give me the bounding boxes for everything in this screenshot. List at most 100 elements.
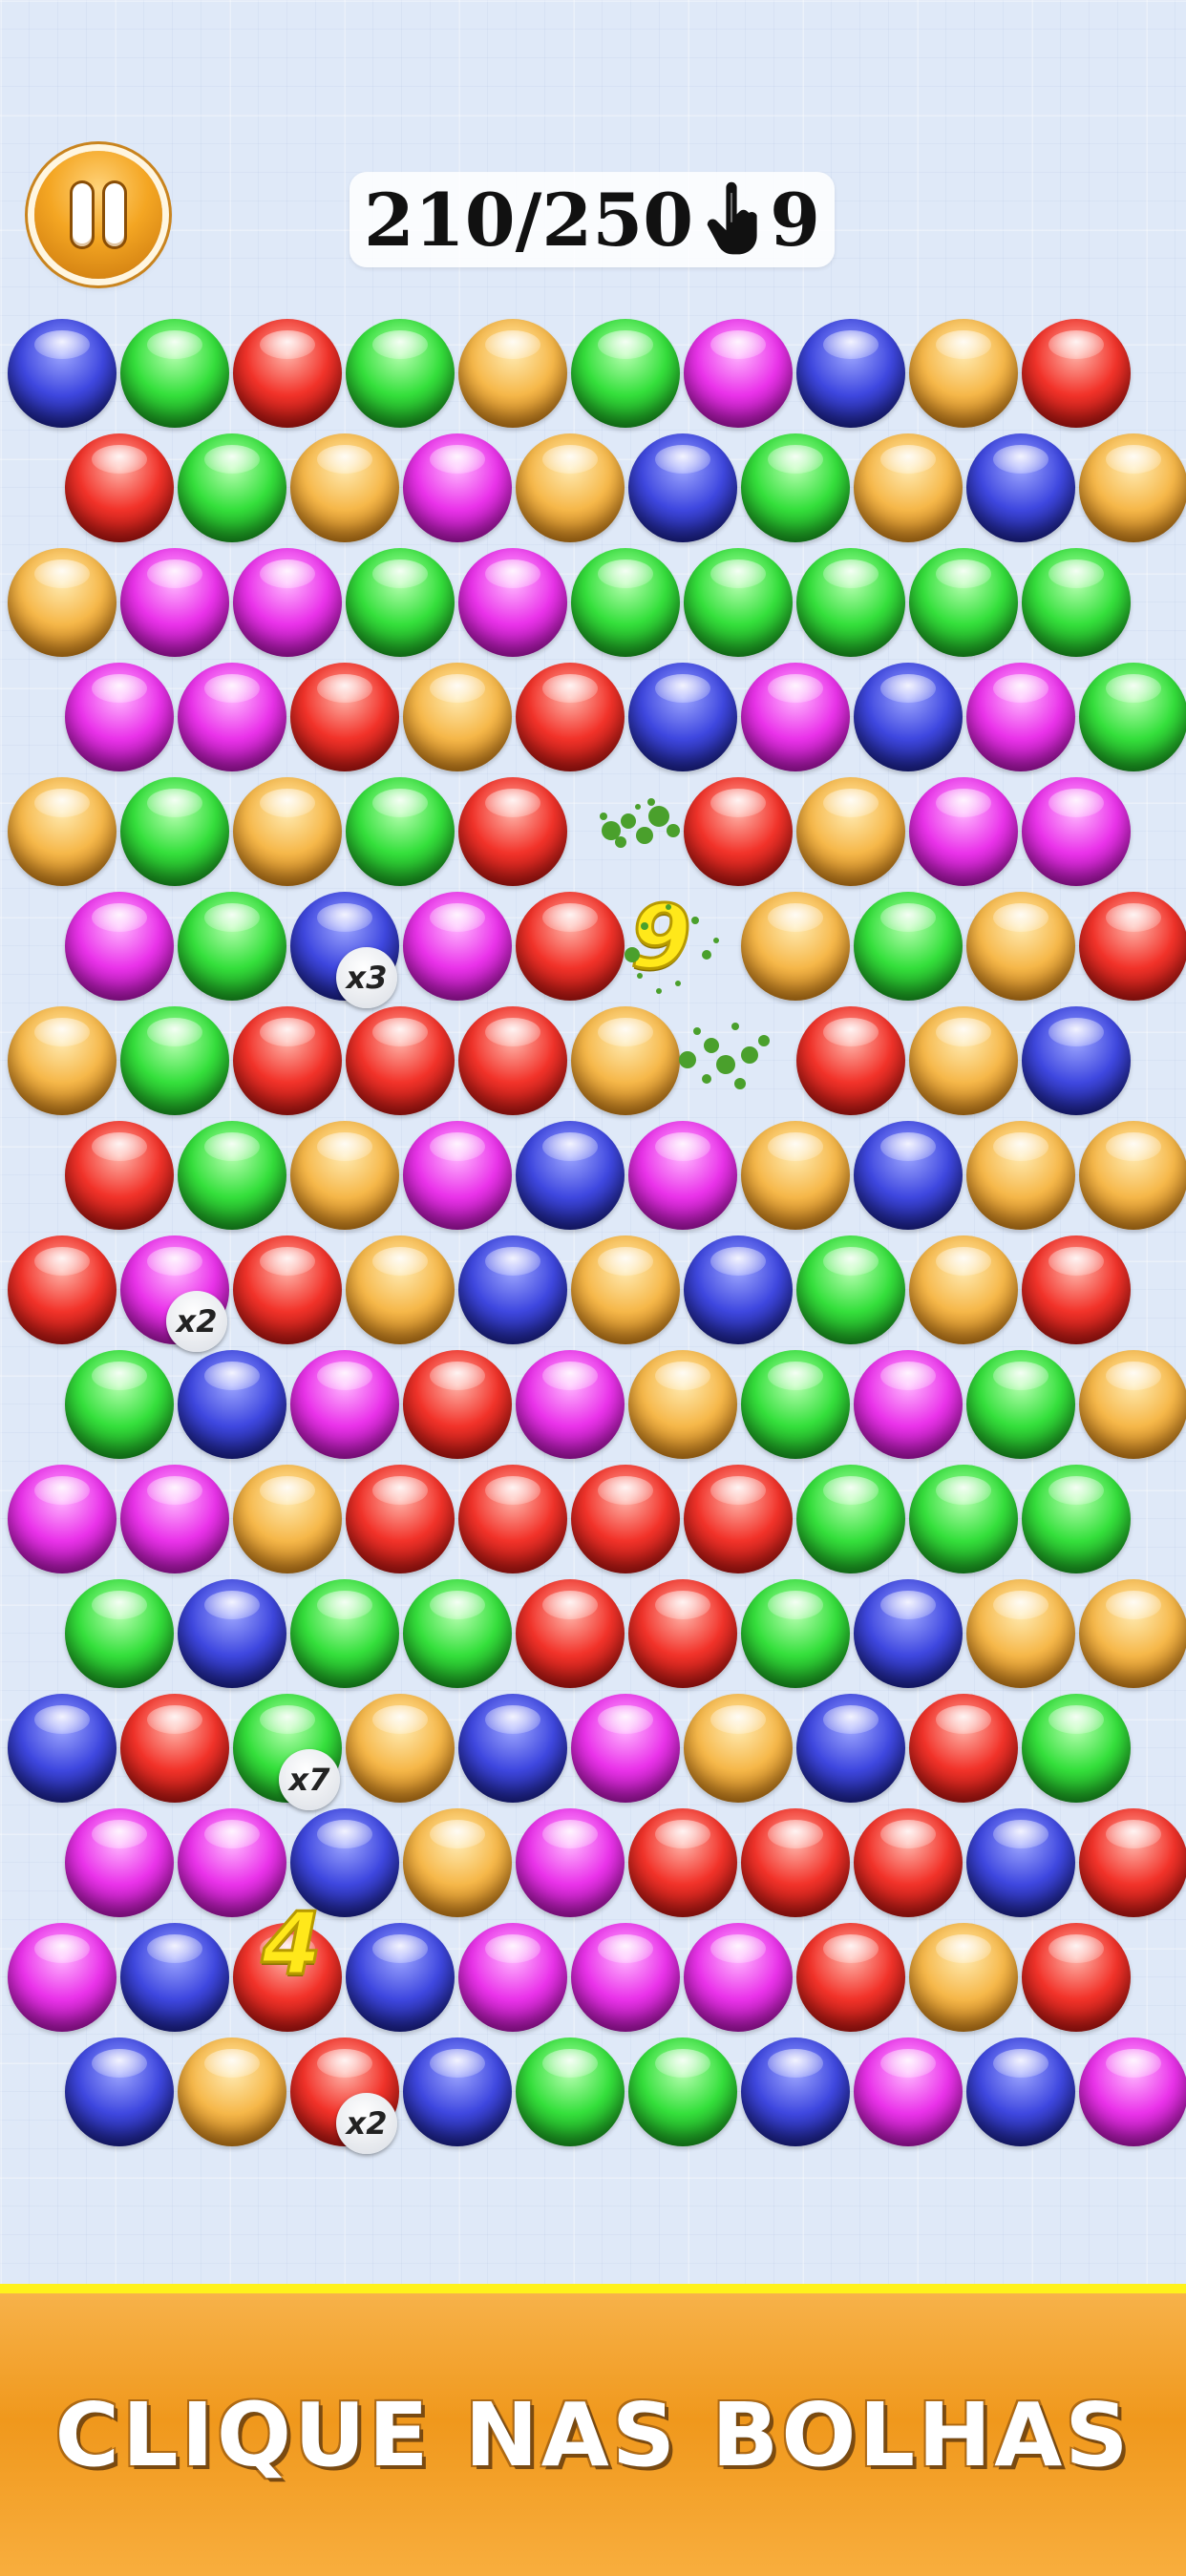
- magenta-bubble[interactable]: [233, 548, 342, 657]
- magenta-bubble[interactable]: [1022, 777, 1131, 886]
- orange-bubble[interactable]: [1079, 1121, 1186, 1230]
- blue-bubble[interactable]: [966, 2038, 1075, 2146]
- blue-bubble[interactable]: [854, 1121, 963, 1230]
- blue-bubble[interactable]: [346, 1923, 455, 2032]
- magenta-bubble[interactable]: [854, 2038, 963, 2146]
- green-bubble[interactable]: [741, 433, 850, 542]
- blue-bubble[interactable]: [458, 1694, 567, 1803]
- red-bubble[interactable]: [458, 1006, 567, 1115]
- blue-bubble[interactable]: [65, 2038, 174, 2146]
- blue-bubble[interactable]: [741, 2038, 850, 2146]
- orange-bubble[interactable]: [628, 1350, 737, 1459]
- green-bubble[interactable]: [741, 1579, 850, 1688]
- red-bubble[interactable]: [458, 777, 567, 886]
- green-bubble[interactable]: [909, 548, 1018, 657]
- green-bubble[interactable]: [1022, 1465, 1131, 1573]
- red-bubble[interactable]: [516, 1579, 625, 1688]
- orange-bubble[interactable]: [909, 319, 1018, 428]
- magenta-bubble[interactable]: [65, 892, 174, 1001]
- blue-bubble[interactable]: [458, 1235, 567, 1344]
- red-bubble[interactable]: [233, 1235, 342, 1344]
- blue-bubble[interactable]: [966, 433, 1075, 542]
- magenta-bubble[interactable]: [854, 1350, 963, 1459]
- magenta-bubble[interactable]: [120, 548, 229, 657]
- magenta-bubble[interactable]: [458, 548, 567, 657]
- green-bubble[interactable]: [796, 1235, 905, 1344]
- orange-bubble[interactable]: [346, 1694, 455, 1803]
- blue-bubble[interactable]: [403, 2038, 512, 2146]
- green-bubble[interactable]: [796, 1465, 905, 1573]
- red-bubble[interactable]: [290, 663, 399, 771]
- orange-bubble[interactable]: [909, 1923, 1018, 2032]
- orange-bubble[interactable]: [458, 319, 567, 428]
- orange-bubble[interactable]: [966, 1121, 1075, 1230]
- orange-bubble[interactable]: [909, 1006, 1018, 1115]
- red-bubble[interactable]: [8, 1235, 116, 1344]
- red-bubble[interactable]: [1079, 1808, 1186, 1917]
- red-bubble[interactable]: [684, 1465, 793, 1573]
- red-bubble[interactable]: [684, 777, 793, 886]
- green-bubble[interactable]: [854, 892, 963, 1001]
- magenta-bubble[interactable]: [403, 1121, 512, 1230]
- orange-bubble[interactable]: [909, 1235, 1018, 1344]
- red-bubble[interactable]: [458, 1465, 567, 1573]
- magenta-bubble[interactable]: [120, 1465, 229, 1573]
- green-bubble[interactable]: [796, 548, 905, 657]
- orange-bubble[interactable]: [290, 1121, 399, 1230]
- green-bubble[interactable]: [966, 1350, 1075, 1459]
- blue-bubble[interactable]: [516, 1121, 625, 1230]
- orange-bubble[interactable]: [8, 1006, 116, 1115]
- blue-bubble[interactable]: [796, 1694, 905, 1803]
- blue-bubble[interactable]: [178, 1579, 286, 1688]
- orange-bubble[interactable]: [290, 433, 399, 542]
- magenta-bubble[interactable]: [178, 663, 286, 771]
- red-bubble[interactable]: [741, 1808, 850, 1917]
- magenta-bubble[interactable]: [403, 433, 512, 542]
- red-bubble[interactable]: [854, 1808, 963, 1917]
- red-bubble[interactable]: [65, 433, 174, 542]
- magenta-bubble[interactable]: [684, 319, 793, 428]
- orange-bubble[interactable]: [854, 433, 963, 542]
- magenta-bubble[interactable]: [628, 1121, 737, 1230]
- green-bubble[interactable]: [909, 1465, 1018, 1573]
- orange-bubble[interactable]: [741, 892, 850, 1001]
- green-bubble[interactable]: [120, 777, 229, 886]
- red-bubble[interactable]: [1022, 1923, 1131, 2032]
- green-bubble[interactable]: [178, 1121, 286, 1230]
- orange-bubble[interactable]: [178, 2038, 286, 2146]
- blue-bubble[interactable]: [120, 1923, 229, 2032]
- blue-bubble[interactable]: [178, 1350, 286, 1459]
- blue-bubble[interactable]: [854, 1579, 963, 1688]
- red-bubble[interactable]: [516, 892, 625, 1001]
- magenta-bubble[interactable]: [741, 663, 850, 771]
- blue-bubble[interactable]: [854, 663, 963, 771]
- magenta-bubble[interactable]: [571, 1923, 680, 2032]
- orange-bubble[interactable]: [8, 548, 116, 657]
- orange-bubble[interactable]: [233, 1465, 342, 1573]
- blue-bubble[interactable]: [8, 319, 116, 428]
- orange-bubble[interactable]: [966, 892, 1075, 1001]
- green-bubble[interactable]: [1022, 548, 1131, 657]
- orange-bubble[interactable]: [1079, 1350, 1186, 1459]
- blue-bubble[interactable]: [796, 319, 905, 428]
- green-bubble[interactable]: [346, 548, 455, 657]
- blue-bubble[interactable]: [8, 1694, 116, 1803]
- orange-bubble[interactable]: [1079, 1579, 1186, 1688]
- red-bubble[interactable]: [1079, 892, 1186, 1001]
- blue-bubble[interactable]: [628, 433, 737, 542]
- orange-bubble[interactable]: [571, 1235, 680, 1344]
- magenta-bubble[interactable]: [684, 1923, 793, 2032]
- green-bubble[interactable]: [403, 1579, 512, 1688]
- red-bubble[interactable]: [628, 1808, 737, 1917]
- orange-bubble[interactable]: [403, 1808, 512, 1917]
- magenta-bubble[interactable]: [403, 892, 512, 1001]
- magenta-bubble[interactable]: [8, 1465, 116, 1573]
- magenta-bubble[interactable]: [516, 1808, 625, 1917]
- red-bubble[interactable]: [233, 319, 342, 428]
- orange-bubble[interactable]: [8, 777, 116, 886]
- red-bubble[interactable]: [346, 1006, 455, 1115]
- orange-bubble[interactable]: [966, 1579, 1075, 1688]
- red-bubble[interactable]: [1022, 319, 1131, 428]
- red-bubble[interactable]: [1022, 1235, 1131, 1344]
- orange-bubble[interactable]: [741, 1121, 850, 1230]
